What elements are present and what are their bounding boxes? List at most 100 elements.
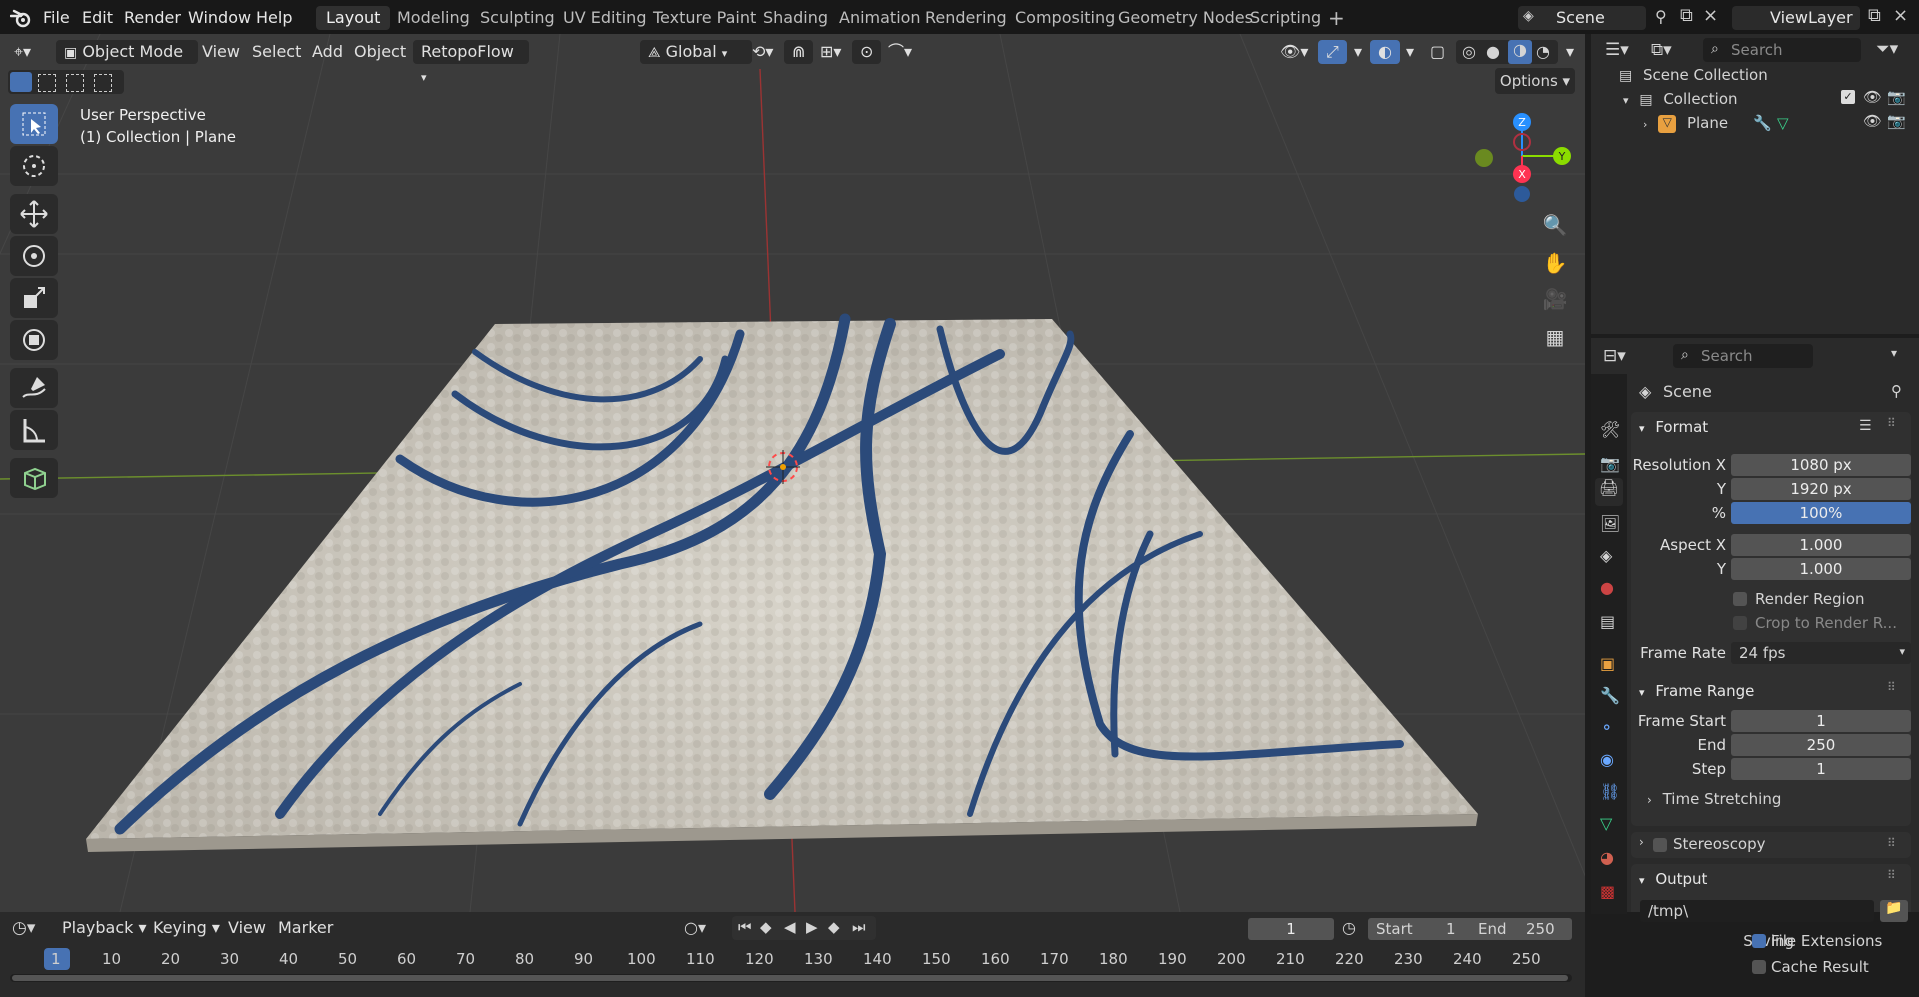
mode-dropdown[interactable]: ▣ Object Mode ▾ xyxy=(56,40,198,85)
scale-tool[interactable] xyxy=(10,278,58,318)
data-tab-icon[interactable]: ▽ xyxy=(1600,814,1612,833)
constraints-tab-icon[interactable]: ⛓ xyxy=(1600,782,1620,801)
outliner-search-input[interactable]: ⌕ Search xyxy=(1703,38,1861,62)
menu-view[interactable]: View xyxy=(220,916,274,940)
outliner-row-collection[interactable]: ▾ ▤ Collection xyxy=(1623,90,1903,112)
material-shading-icon[interactable]: ◑ xyxy=(1508,40,1532,64)
filter-icon[interactable]: ⏷▾ xyxy=(1876,39,1898,59)
tab-shading[interactable]: Shading xyxy=(753,6,838,30)
end-field[interactable]: 250 xyxy=(1526,920,1555,938)
drag-handle-icon[interactable]: ⠿ xyxy=(1887,416,1896,430)
tab-rendering[interactable]: Rendering xyxy=(915,6,1017,30)
output-tab-icon[interactable]: 🖨 xyxy=(1595,478,1623,506)
cursor-tool[interactable] xyxy=(10,146,58,186)
crop-checkbox[interactable] xyxy=(1733,616,1747,630)
annotate-tool[interactable] xyxy=(10,368,58,408)
physics-tab-icon[interactable]: ◉ xyxy=(1600,750,1614,769)
menu-window[interactable]: Window xyxy=(188,8,251,27)
frame-range-header[interactable]: ▾ Frame Range xyxy=(1631,676,1919,706)
render-region-checkbox[interactable] xyxy=(1733,592,1747,606)
close-scene-icon[interactable]: × xyxy=(1703,5,1718,26)
properties-editor-icon[interactable]: ⊟▾ xyxy=(1603,346,1626,366)
scene-selector[interactable]: Scene xyxy=(1518,6,1646,30)
resolution-percent-field[interactable]: 100% xyxy=(1731,502,1911,524)
close-viewlayer-icon[interactable]: × xyxy=(1893,5,1908,26)
display-mode-icon[interactable]: ⧉▾ xyxy=(1651,40,1672,60)
jump-start-icon[interactable]: ⏮ xyxy=(738,918,752,936)
pin-icon[interactable]: ⚲ xyxy=(1891,382,1902,400)
folder-browse-icon[interactable]: 📁 xyxy=(1880,900,1908,922)
move-tool[interactable] xyxy=(10,194,58,234)
view-layer-tab-icon[interactable]: 🖼 xyxy=(1600,514,1620,533)
chevron-down-icon[interactable]: ▾ xyxy=(1558,40,1582,64)
stereoscopy-panel[interactable]: › Stereoscopy ⠿ xyxy=(1631,832,1911,858)
auto-key-icon[interactable]: ○▾ xyxy=(684,918,706,937)
editor-type-icon[interactable]: ⌖▾ xyxy=(6,40,39,64)
menu-help[interactable]: Help xyxy=(256,8,292,27)
retopoflow-menu[interactable]: RetopoFlow ▾ xyxy=(413,40,529,84)
tab-uv-editing[interactable]: UV Editing xyxy=(553,6,656,30)
snap-icon[interactable]: ⋒ xyxy=(784,40,814,64)
prev-keyframe-icon[interactable]: ◆ xyxy=(760,918,772,936)
menu-file[interactable]: File xyxy=(43,8,70,27)
chevron-right-icon[interactable]: › xyxy=(1643,118,1647,131)
cache-result-checkbox[interactable] xyxy=(1752,960,1766,974)
texture-tab-icon[interactable]: ▩ xyxy=(1600,882,1615,901)
tab-layout[interactable]: Layout xyxy=(316,6,391,30)
resolution-x-field[interactable]: 1080 px xyxy=(1731,454,1911,476)
frame-end-field[interactable]: 250 xyxy=(1731,734,1911,756)
scene-tab-icon[interactable]: ◈ xyxy=(1600,546,1612,565)
measure-tool[interactable] xyxy=(10,410,58,450)
xray-icon[interactable]: ▢ xyxy=(1422,40,1453,64)
frame-step-field[interactable]: 1 xyxy=(1731,758,1911,780)
blender-logo-icon[interactable] xyxy=(10,8,32,28)
proportional-edit-icon[interactable]: ⊙ xyxy=(852,40,882,64)
orientation-dropdown[interactable]: ⟁ Global ▾ xyxy=(640,40,752,64)
stereoscopy-checkbox[interactable] xyxy=(1653,838,1667,852)
object-tab-icon[interactable]: ▣ xyxy=(1600,654,1615,673)
menu-marker[interactable]: Marker xyxy=(270,916,341,940)
menu-select[interactable]: Select xyxy=(244,40,309,64)
presets-icon[interactable]: ☰ xyxy=(1859,418,1872,434)
rotate-tool[interactable] xyxy=(10,236,58,276)
render-tab-icon[interactable]: 📷 xyxy=(1600,454,1620,473)
pin-icon[interactable]: ⚲ xyxy=(1655,7,1667,26)
select-new-icon[interactable] xyxy=(10,72,32,92)
camera-icon[interactable]: 📷 xyxy=(1887,112,1906,130)
camera-icon[interactable]: 📷 xyxy=(1887,88,1906,106)
menu-add[interactable]: Add xyxy=(304,40,351,64)
next-keyframe-icon[interactable]: ◆ xyxy=(828,918,840,936)
exclude-checkbox[interactable]: ✓ xyxy=(1841,90,1855,104)
select-box-tool[interactable] xyxy=(10,104,58,144)
select-subtract-icon[interactable] xyxy=(66,74,84,92)
modifiers-tab-icon[interactable]: 🔧 xyxy=(1600,686,1620,705)
camera-view-icon[interactable]: 🎥 xyxy=(1538,282,1572,316)
outliner-row-scene-collection[interactable]: ▤ Scene Collection xyxy=(1619,66,1909,88)
snap-target-icon[interactable]: ⊞▾ xyxy=(812,40,849,64)
solid-shading-icon[interactable]: ● xyxy=(1486,42,1500,61)
mesh-data-icon[interactable]: ▽ xyxy=(1777,114,1789,132)
play-icon[interactable]: ▶ xyxy=(806,918,818,936)
rug-plane[interactable] xyxy=(86,313,1478,852)
eye-icon[interactable]: 👁 xyxy=(1863,112,1882,130)
preview-range-icon[interactable]: ◷ xyxy=(1342,918,1356,937)
zoom-icon[interactable]: 🔍 xyxy=(1538,208,1572,242)
chevron-down-icon[interactable]: ▾ xyxy=(1623,94,1629,107)
options-button[interactable]: Options ▾ xyxy=(1495,68,1575,94)
material-tab-icon[interactable]: ◕ xyxy=(1600,848,1614,867)
menu-render[interactable]: Render xyxy=(124,8,181,27)
menu-playback[interactable]: Playback ▾ xyxy=(54,916,155,940)
add-workspace-icon[interactable]: + xyxy=(1318,6,1355,30)
jump-end-icon[interactable]: ⏭ xyxy=(852,918,866,936)
rendered-shading-icon[interactable]: ◔ xyxy=(1536,42,1550,61)
menu-keying[interactable]: Keying ▾ xyxy=(145,916,228,940)
output-header[interactable]: ▾ Output xyxy=(1631,864,1919,894)
falloff-icon[interactable]: ⌒▾ xyxy=(880,40,920,64)
outliner-row-plane[interactable]: › ▽ Plane xyxy=(1643,114,1833,136)
new-scene-icon[interactable]: ⧉ xyxy=(1680,5,1693,26)
menu-edit[interactable]: Edit xyxy=(82,8,113,27)
drag-handle-icon[interactable]: ⠿ xyxy=(1887,680,1896,694)
chevron-down-icon[interactable]: ▾ xyxy=(1398,40,1422,64)
frame-rate-dropdown[interactable]: 24 fps ▾ xyxy=(1731,642,1911,664)
chevron-down-icon[interactable]: ▾ xyxy=(1346,40,1370,64)
